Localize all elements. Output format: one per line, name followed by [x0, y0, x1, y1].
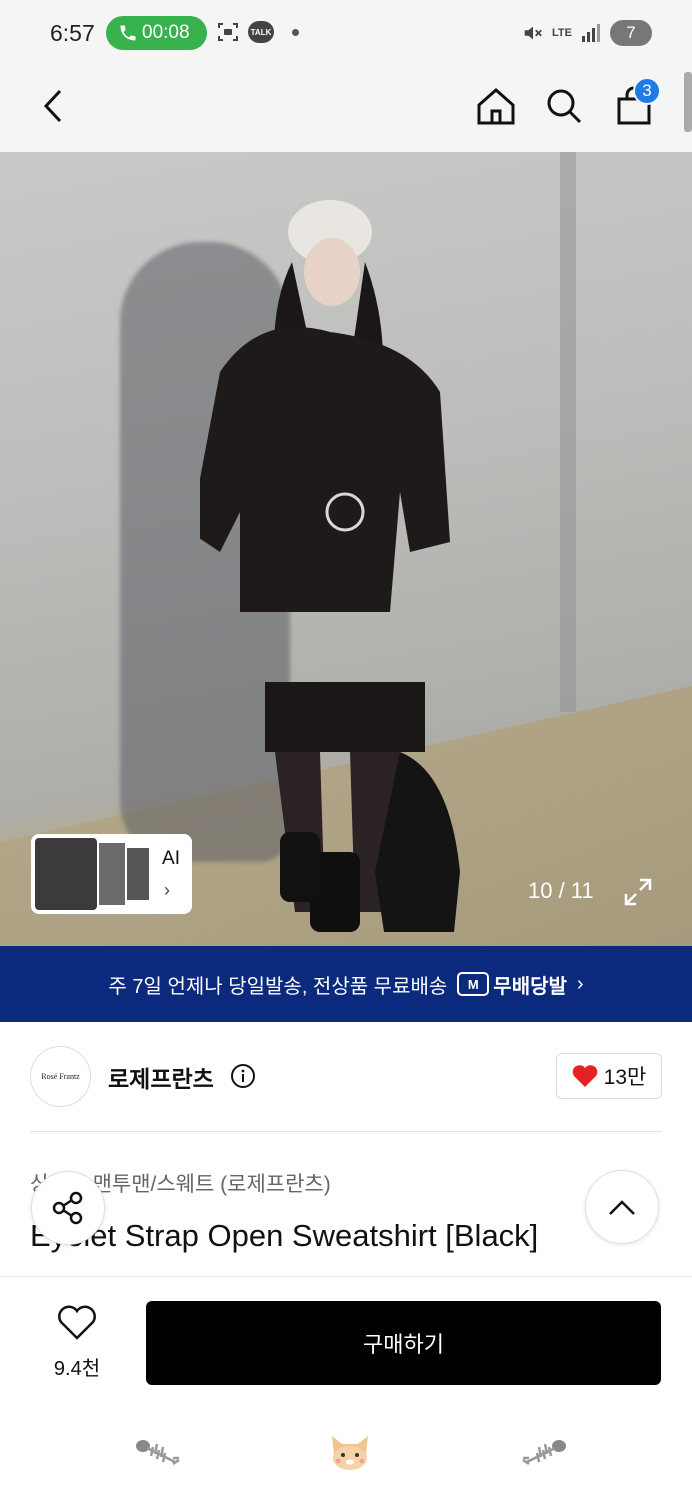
fishbone-icon	[136, 1440, 180, 1466]
call-timer-text: 00:08	[142, 22, 190, 43]
battery-level: 7	[626, 23, 636, 42]
cat-face-icon	[332, 1436, 368, 1470]
chevron-right-icon: ›	[164, 880, 170, 900]
more-notifications-dot	[292, 28, 299, 36]
brand-name[interactable]: 로제프란츠	[108, 1060, 214, 1094]
brand-logo[interactable]: Rosé Frantz	[30, 1046, 91, 1107]
ai-label: AI	[162, 848, 180, 869]
brand-like-button[interactable]: 13만	[556, 1053, 662, 1099]
purchase-bar: 9.4천 구매하기	[0, 1276, 692, 1406]
nav-home-button[interactable]	[325, 1432, 375, 1472]
tree-shadow	[560, 152, 576, 712]
screenshot-icon	[218, 23, 238, 41]
system-nav-bar	[0, 1406, 692, 1500]
thumbnail-image	[35, 838, 97, 910]
brand-logo-text: Rosé Frantz	[41, 1072, 80, 1081]
free-delivery-label: 무배당발	[493, 975, 567, 998]
image-counter: 10 / 11	[528, 878, 594, 903]
battery-icon: 7	[610, 20, 652, 46]
signal-icon	[582, 24, 600, 42]
top-header: 3	[0, 66, 692, 152]
heart-filled-icon	[572, 1065, 597, 1087]
talk-label: TALK	[250, 27, 272, 37]
back-arrow-icon	[43, 89, 62, 123]
product-title: Eyelet Strap Open Sweatshirt [Black]	[30, 1218, 539, 1253]
info-icon[interactable]	[230, 1063, 256, 1089]
phone-icon	[120, 25, 136, 41]
thumbnail-image	[99, 843, 125, 905]
wishlist-count: 9.4천	[53, 1358, 101, 1380]
search-button[interactable]	[539, 81, 589, 131]
model-photo	[200, 200, 460, 932]
status-time: 6:57	[50, 20, 95, 46]
thumbnail-image	[127, 848, 149, 900]
back-button[interactable]	[30, 81, 80, 131]
chevron-up-icon	[609, 1200, 635, 1215]
brand-like-count: 13만	[603, 1066, 647, 1089]
delivery-banner[interactable]: 주 7일 언제나 당일발송, 전상품 무료배송 M 무배당발 ›	[0, 946, 692, 1022]
product-image-carousel[interactable]: AI › 10 / 11	[0, 152, 692, 946]
search-icon	[547, 89, 582, 124]
kakaotalk-icon: TALK	[248, 21, 274, 43]
wishlist-button[interactable]: 9.4천	[40, 1305, 114, 1381]
free-delivery-logo: M 무배당발	[457, 970, 567, 999]
cart-count-badge: 3	[633, 77, 661, 105]
nav-recents-button[interactable]	[132, 1432, 182, 1472]
cart-button[interactable]: 3	[609, 77, 661, 131]
delivery-truck-icon: M	[457, 972, 490, 996]
fishbone-icon	[522, 1440, 566, 1466]
call-timer-pill[interactable]: 00:08	[106, 16, 207, 50]
home-button[interactable]	[471, 81, 521, 131]
banner-text: 주 7일 언제나 당일발송, 전상품 무료배송	[108, 975, 448, 998]
heart-outline-icon	[58, 1305, 96, 1340]
share-icon	[52, 1191, 83, 1225]
notification-icons: TALK	[216, 20, 299, 44]
edge-handle[interactable]	[684, 72, 692, 132]
home-icon	[477, 87, 515, 125]
divider	[30, 1131, 662, 1132]
expand-icon[interactable]	[622, 876, 654, 908]
chevron-right-icon: ›	[576, 972, 584, 995]
ai-similar-thumbnails[interactable]: AI ›	[31, 834, 192, 914]
buy-button[interactable]: 구매하기	[146, 1301, 661, 1385]
network-type: LTE	[552, 26, 572, 39]
brand-row: Rosé Frantz 로제프란츠 13만	[30, 1046, 662, 1107]
status-bar: 6:57 00:08 TALK LTE 7	[0, 0, 692, 66]
nav-back-button[interactable]	[520, 1432, 570, 1472]
system-icons: LTE 7	[522, 20, 652, 46]
scroll-top-button[interactable]	[585, 1170, 659, 1244]
share-button[interactable]	[31, 1171, 105, 1245]
mute-icon	[524, 26, 542, 40]
